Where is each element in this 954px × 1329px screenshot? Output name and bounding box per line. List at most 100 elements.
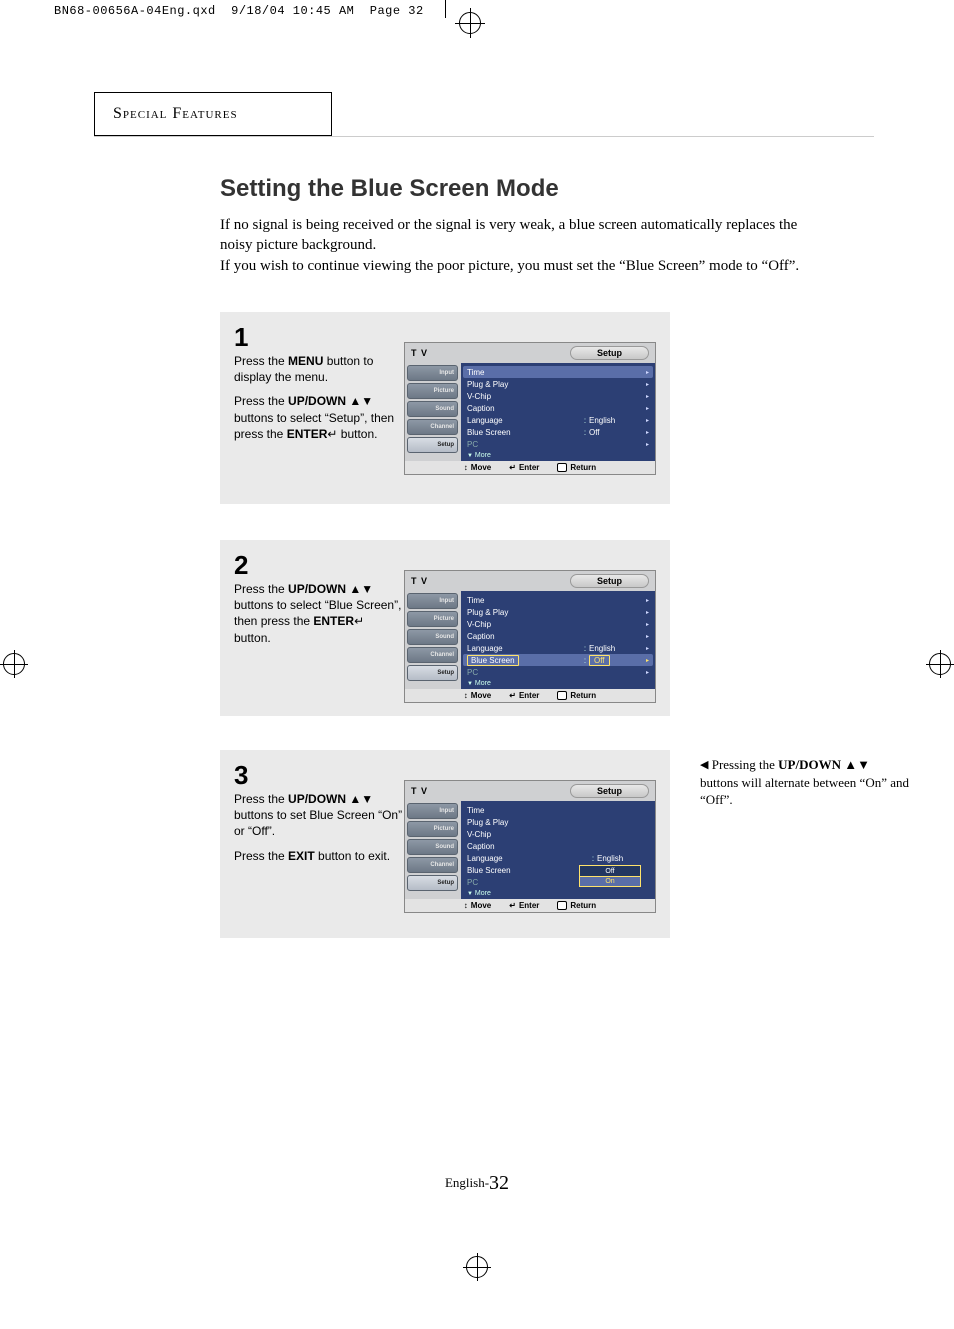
osd-tv-label: T V (411, 348, 428, 358)
t: Press the (234, 792, 288, 806)
menu-vchip[interactable]: V-Chip▸ (467, 390, 649, 402)
t: Off (589, 428, 641, 437)
menu-plug[interactable]: Plug & Play (467, 816, 649, 828)
menu-time[interactable]: Time▸ (463, 366, 653, 378)
tab-picture[interactable]: Picture (407, 611, 458, 627)
tab-input[interactable]: Input (407, 803, 458, 819)
t: Caption (467, 842, 649, 851)
osd-tabs: Input Picture Sound Channel Setup (405, 363, 461, 461)
tab-picture[interactable]: Picture (407, 383, 458, 399)
step-body: Press the UP/DOWN ▲▼ buttons to select “… (234, 581, 404, 646)
t: Return (570, 901, 596, 910)
t: Move (471, 463, 491, 472)
chevron-right-icon: ▸ (641, 393, 649, 400)
menu-time[interactable]: Time ▸ (467, 594, 649, 606)
option-on[interactable]: On (579, 876, 641, 887)
osd-tv-label: T V (411, 576, 428, 586)
step-3: 3 Press the UP/DOWN ▲▼ buttons to set Bl… (220, 750, 670, 938)
step-body: Press the MENU button to display the men… (234, 353, 404, 442)
t: MENU (288, 354, 323, 368)
tab-channel[interactable]: Channel (407, 857, 458, 873)
t: Caption (467, 404, 581, 413)
tab-sound[interactable]: Sound (407, 401, 458, 417)
footer: English-32 (0, 1172, 954, 1195)
chevron-right-icon: ▸ (641, 597, 649, 604)
chevron-right-icon: ▸ (641, 381, 649, 388)
t: UP/DOWN (288, 582, 346, 596)
step-2: 2 Press the UP/DOWN ▲▼ buttons to select… (220, 540, 670, 716)
menu-language[interactable]: Language:English (467, 852, 649, 864)
header-separator (445, 0, 446, 18)
menu-caption[interactable]: Caption▸ (467, 402, 649, 414)
t: UP/DOWN (778, 757, 841, 772)
section-rule (94, 136, 874, 137)
t: Return (570, 463, 596, 472)
menu-plug[interactable]: Plug & Play▸ (467, 606, 649, 618)
osd-help: ↕ Move ↵ Enter Return (405, 461, 655, 474)
menu-blue[interactable]: Blue Screen:Off▸ (463, 654, 653, 666)
menu-language[interactable]: Language:English▸ (467, 642, 649, 654)
return-icon (557, 901, 567, 910)
menu-caption[interactable]: Caption (467, 840, 649, 852)
t: Language (467, 416, 581, 425)
move-icon: ↕ (464, 463, 468, 472)
menu-more[interactable]: ▼ More (467, 680, 649, 687)
menu-plug[interactable]: Plug & Play▸ (467, 378, 649, 390)
t: Move (471, 691, 491, 700)
return-icon (557, 691, 567, 700)
menu-language[interactable]: Language:English▸ (467, 414, 649, 426)
t: Press the (234, 849, 288, 863)
tab-input[interactable]: Input (407, 365, 458, 381)
crop-mark-right (926, 650, 954, 678)
menu-more[interactable]: ▼ More (467, 890, 649, 897)
tab-setup[interactable]: Setup (407, 665, 458, 681)
t: Caption (467, 632, 581, 641)
menu-pc: PC▸ (467, 666, 649, 678)
crop-mark-left (0, 650, 28, 678)
t: Return (570, 691, 596, 700)
tab-picture[interactable]: Picture (407, 821, 458, 837)
tv-osd: T V Setup Input Picture Sound Channel Se… (404, 570, 656, 703)
return-icon (557, 463, 567, 472)
chevron-right-icon: ▸ (641, 369, 649, 376)
tab-channel[interactable]: Channel (407, 647, 458, 663)
t: Time (467, 596, 581, 605)
enter-icon: ↵ (509, 691, 516, 700)
t: Blue Screen (467, 866, 589, 875)
t: More (475, 452, 491, 459)
print-header: BN68-00656A-04Eng.qxd 9/18/04 10:45 AM P… (54, 4, 424, 18)
osd-help: ↕ Move ↵ Enter Return (405, 689, 655, 702)
osd-menu: Time▸ Plug & Play▸ V-Chip▸ Caption▸ Lang… (461, 363, 655, 461)
menu-time[interactable]: Time (467, 804, 649, 816)
tab-channel[interactable]: Channel (407, 419, 458, 435)
chevron-right-icon: ▸ (641, 441, 649, 448)
t: ENTER (313, 614, 354, 628)
t: Enter (519, 463, 539, 472)
tab-setup[interactable]: Setup (407, 437, 458, 453)
menu-more[interactable]: ▼ More (467, 452, 649, 459)
t: UP/DOWN (288, 394, 346, 408)
tab-sound[interactable]: Sound (407, 839, 458, 855)
menu-blue[interactable]: Blue Screen:Off▸ (467, 426, 649, 438)
footer-page: 32 (489, 1172, 509, 1194)
t: Enter (519, 691, 539, 700)
t: Enter (519, 901, 539, 910)
osd-title: Setup (570, 784, 649, 798)
menu-pc: PC ▸ (467, 438, 649, 450)
t: Blue Screen (467, 655, 581, 666)
tab-input[interactable]: Input (407, 593, 458, 609)
move-icon: ↕ (464, 691, 468, 700)
menu-caption[interactable]: Caption▸ (467, 630, 649, 642)
page-title: Setting the Blue Screen Mode (220, 175, 559, 203)
t: PC (467, 440, 581, 449)
chevron-down-icon: ▼ (467, 891, 473, 897)
tab-sound[interactable]: Sound (407, 629, 458, 645)
t: UP/DOWN (288, 792, 346, 806)
tab-setup[interactable]: Setup (407, 875, 458, 891)
menu-vchip[interactable]: V-Chip (467, 828, 649, 840)
blue-screen-dropdown[interactable]: Off On (579, 865, 641, 887)
tv-osd: T V Setup Input Picture Sound Channel Se… (404, 342, 656, 475)
t: Press the (234, 354, 288, 368)
menu-vchip[interactable]: V-Chip▸ (467, 618, 649, 630)
t: Pressing the (708, 757, 778, 772)
